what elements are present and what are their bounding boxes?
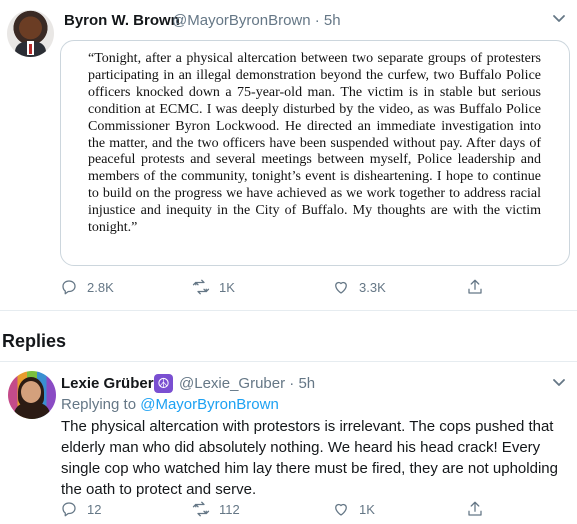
like-button[interactable]: 1K: [332, 500, 375, 518]
heart-icon: [335, 503, 347, 516]
heart-icon: [335, 281, 347, 294]
divider: [0, 361, 577, 362]
replying-to-link[interactable]: @MayorByronBrown: [140, 396, 279, 413]
retweet-button[interactable]: 1K: [192, 278, 235, 296]
avatar[interactable]: [8, 371, 56, 419]
author-name[interactable]: Byron W. Brown: [64, 12, 180, 29]
share-icon: [468, 501, 482, 516]
replying-to-line: Replying to @MayorByronBrown: [61, 396, 279, 413]
reply-count: 2.8K: [87, 279, 114, 295]
share-button[interactable]: [466, 500, 493, 518]
avatar-face: [21, 381, 41, 403]
quote-image-card[interactable]: “Tonight, after a physical altercation b…: [60, 40, 570, 266]
quote-text: “Tonight, after a physical altercation b…: [88, 51, 541, 236]
retweet-count: 1K: [219, 279, 235, 295]
retweet-icon: [192, 279, 210, 295]
retweet-icon: [192, 501, 210, 517]
tweet-actions: 2.8K 1K 3.3K: [60, 278, 520, 300]
reply-actions: 12 112 1K: [60, 500, 520, 522]
avatar-tie: [29, 44, 32, 54]
reply-button[interactable]: 2.8K: [60, 278, 114, 296]
replies-heading: Replies: [2, 331, 67, 351]
share-icon: [468, 279, 482, 294]
retweet-count: 112: [219, 501, 240, 517]
main-tweet[interactable]: Byron W. Brown @MayorByronBrown · 5h “To…: [0, 0, 577, 311]
avatar[interactable]: [7, 10, 54, 57]
retweet-button[interactable]: 112: [192, 500, 240, 518]
author-handle[interactable]: @MayorByronBrown · 5h: [172, 12, 341, 29]
chevron-down-icon[interactable]: [549, 372, 569, 392]
author-handle[interactable]: @Lexie_Gruber · 5h: [179, 375, 315, 392]
peace-sign-emoji: ☮: [154, 374, 173, 393]
like-count: 1K: [359, 501, 375, 517]
like-button[interactable]: 3.3K: [332, 278, 386, 296]
chevron-down-icon[interactable]: [549, 8, 569, 28]
reply-button[interactable]: 12: [60, 500, 101, 518]
reply-icon: [62, 502, 76, 517]
replying-prefix: Replying to: [61, 396, 137, 413]
reply-icon: [62, 280, 76, 295]
reply-count: 12: [87, 501, 102, 517]
reply-text: The physical altercation with protestors…: [61, 418, 558, 498]
share-button[interactable]: [466, 278, 493, 296]
author-name[interactable]: Lexie Grüber: [61, 375, 154, 392]
like-count: 3.3K: [359, 279, 386, 295]
avatar-body: [14, 403, 50, 419]
